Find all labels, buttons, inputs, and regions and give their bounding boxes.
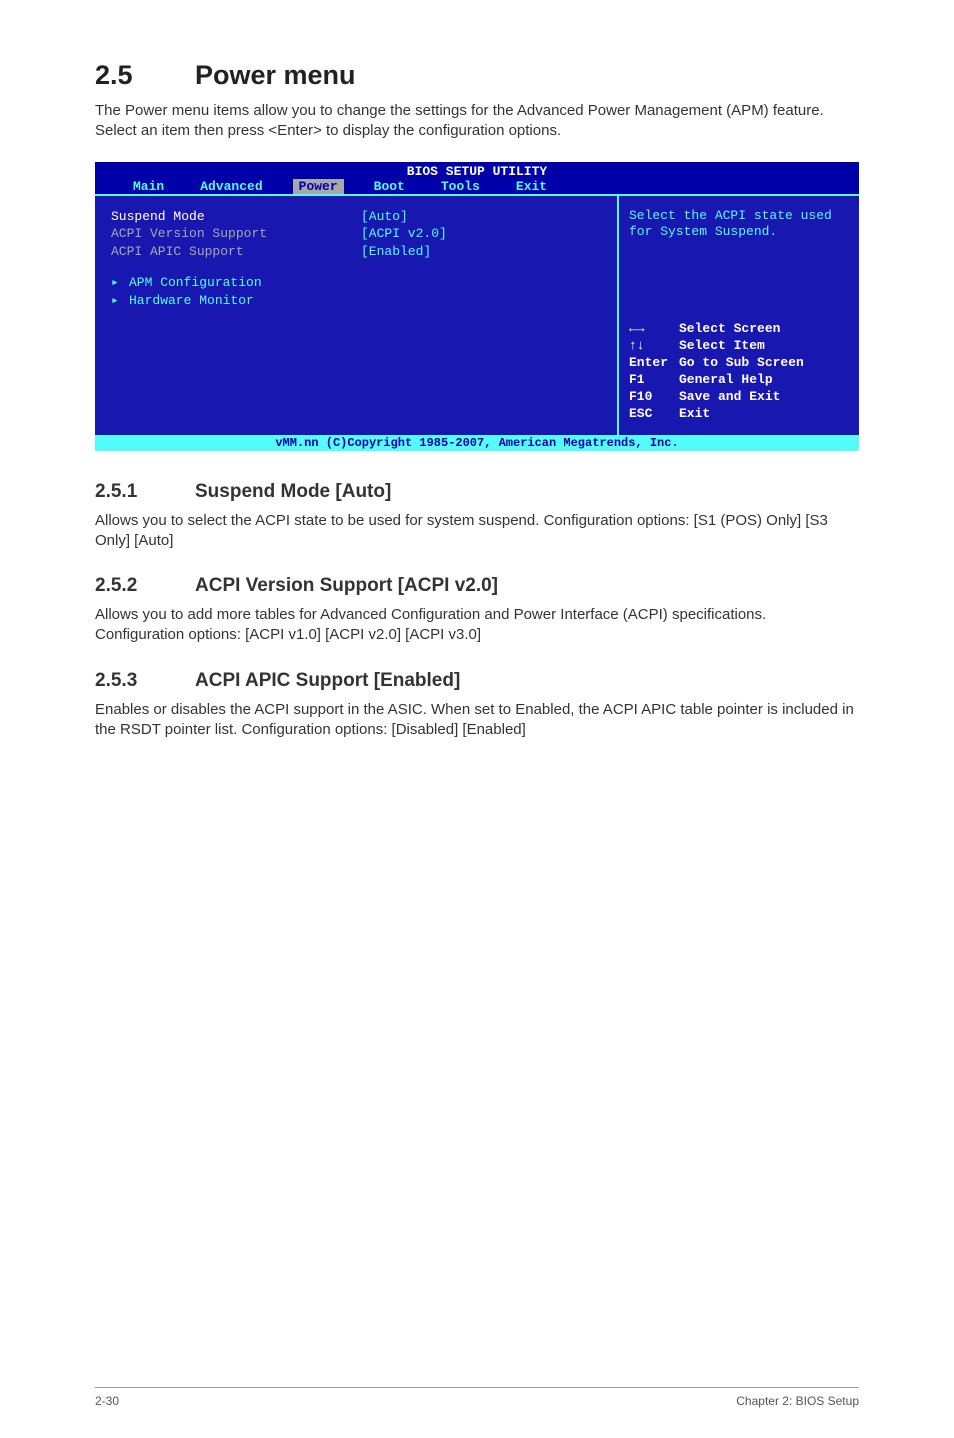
subsection-title-text: ACPI Version Support [ACPI v2.0]	[195, 575, 498, 596]
bios-row-label: ACPI Version Support	[111, 225, 361, 243]
key-symbol: ESC	[629, 406, 679, 423]
arrow-right-icon: ▸	[111, 292, 129, 310]
subsection-number: 2.5.2	[95, 575, 195, 597]
bios-right-panel: Select the ACPI state used for System Su…	[619, 196, 859, 435]
bios-tab-boot: Boot	[356, 179, 423, 194]
key-desc: Go to Sub Screen	[679, 355, 804, 372]
bios-tab-exit: Exit	[498, 179, 565, 194]
key-symbol: F1	[629, 372, 679, 389]
bios-screenshot: BIOS SETUP UTILITY Main Advanced Power B…	[95, 162, 859, 451]
key-symbol: ←→	[629, 321, 679, 338]
bios-submenu-label: Hardware Monitor	[129, 292, 254, 310]
page-number: 2-30	[95, 1394, 119, 1408]
subsection-body: Allows you to add more tables for Advanc…	[95, 605, 859, 646]
key-symbol: Enter	[629, 355, 679, 372]
bios-tab-main: Main	[115, 179, 182, 194]
bios-footer: vMM.nn (C)Copyright 1985-2007, American …	[95, 435, 859, 451]
arrow-right-icon: ▸	[111, 274, 129, 292]
bios-key-row: F1General Help	[629, 372, 849, 389]
bios-submenu-label: APM Configuration	[129, 274, 262, 292]
bios-key-row: F10Save and Exit	[629, 389, 849, 406]
bios-submenu-group: ▸ APM Configuration ▸ Hardware Monitor	[111, 274, 601, 309]
bios-row-value: [ACPI v2.0]	[361, 225, 447, 243]
bios-key-row: ←→Select Screen	[629, 321, 849, 338]
bios-key-row: EnterGo to Sub Screen	[629, 355, 849, 372]
bios-row-value: [Enabled]	[361, 243, 431, 261]
bios-row: ACPI APIC Support [Enabled]	[111, 243, 601, 261]
subsection-number: 2.5.3	[95, 670, 195, 692]
section-title-text: Power menu	[195, 60, 356, 90]
subsection-heading: 2.5.3ACPI APIC Support [Enabled]	[95, 670, 859, 692]
section-intro: The Power menu items allow you to change…	[95, 101, 859, 142]
subsection-title-text: ACPI APIC Support [Enabled]	[195, 670, 460, 691]
bios-submenu: ▸ APM Configuration	[111, 274, 601, 292]
bios-row: ACPI Version Support [ACPI v2.0]	[111, 225, 601, 243]
bios-row-label: ACPI APIC Support	[111, 243, 361, 261]
key-desc: Select Item	[679, 338, 765, 355]
bios-submenu: ▸ Hardware Monitor	[111, 292, 601, 310]
subsection-heading: 2.5.1Suspend Mode [Auto]	[95, 481, 859, 503]
bios-left-panel: Suspend Mode [Auto] ACPI Version Support…	[95, 196, 619, 435]
bios-header: BIOS SETUP UTILITY	[95, 162, 859, 179]
section-number: 2.5	[95, 60, 195, 91]
subsection-body: Allows you to select the ACPI state to b…	[95, 511, 859, 552]
section-heading: 2.5Power menu	[95, 60, 859, 91]
key-desc: General Help	[679, 372, 773, 389]
bios-key-row: ↑↓Select Item	[629, 338, 849, 355]
page-footer: 2-30 Chapter 2: BIOS Setup	[95, 1387, 859, 1408]
chapter-label: Chapter 2: BIOS Setup	[736, 1394, 859, 1408]
bios-help-text: Select the ACPI state used for System Su…	[629, 208, 849, 242]
bios-row-value: [Auto]	[361, 208, 408, 226]
bios-body: Suspend Mode [Auto] ACPI Version Support…	[95, 194, 859, 435]
bios-tab-power: Power	[293, 179, 344, 194]
key-desc: Select Screen	[679, 321, 780, 338]
key-desc: Exit	[679, 406, 710, 423]
subsection-heading: 2.5.2ACPI Version Support [ACPI v2.0]	[95, 575, 859, 597]
bios-tabs: Main Advanced Power Boot Tools Exit	[95, 179, 859, 194]
subsection-number: 2.5.1	[95, 481, 195, 503]
bios-tab-advanced: Advanced	[182, 179, 280, 194]
bios-key-row: ESCExit	[629, 406, 849, 423]
bios-tab-tools: Tools	[423, 179, 498, 194]
key-symbol: ↑↓	[629, 338, 679, 355]
bios-nav-keys: ←→Select Screen ↑↓Select Item EnterGo to…	[629, 321, 849, 422]
subsection-body: Enables or disables the ACPI support in …	[95, 700, 859, 741]
key-desc: Save and Exit	[679, 389, 780, 406]
bios-row: Suspend Mode [Auto]	[111, 208, 601, 226]
key-symbol: F10	[629, 389, 679, 406]
bios-row-label: Suspend Mode	[111, 208, 361, 226]
subsection-title-text: Suspend Mode [Auto]	[195, 481, 391, 502]
